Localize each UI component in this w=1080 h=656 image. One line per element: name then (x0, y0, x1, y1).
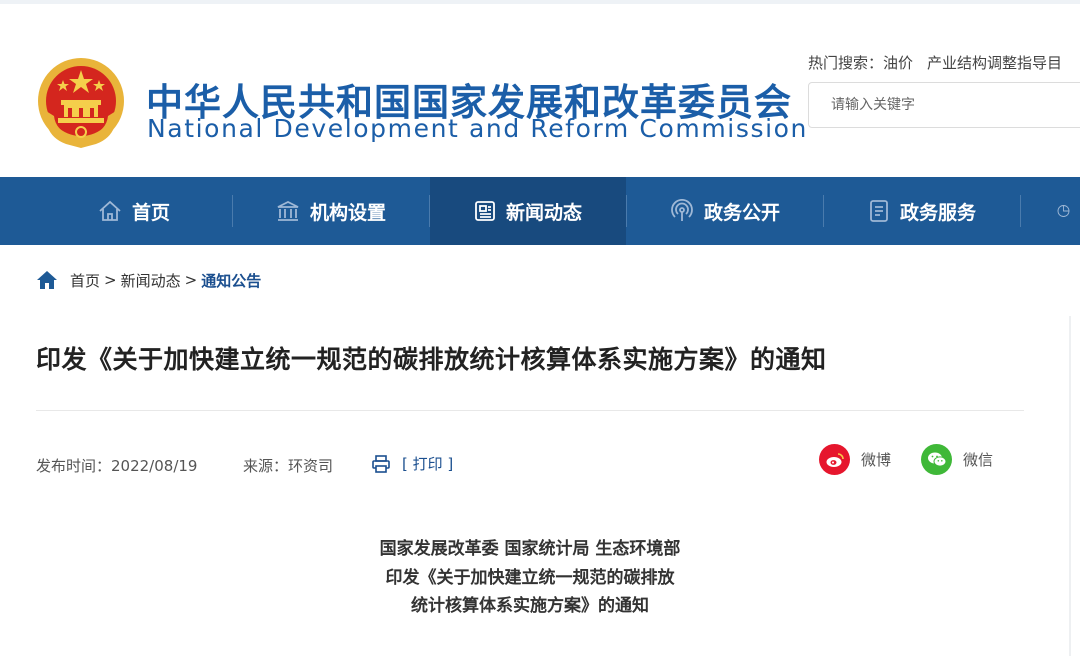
nav-item-government-affairs[interactable]: 政务公开 (627, 177, 823, 245)
nav-item-label: 新闻动态 (505, 201, 582, 224)
nav-item-label: 政务服务 (899, 201, 976, 224)
breadcrumb-separator: > (184, 271, 198, 289)
title-divider (36, 410, 1024, 411)
hot-search-label: 热门搜索： (808, 54, 884, 72)
breadcrumb: 首页 > 新闻动态 > 通知公告 (36, 269, 261, 291)
search-input[interactable] (808, 82, 1080, 128)
broadcast-icon (671, 199, 693, 221)
publish-time: 发布时间：2022/08/19 (36, 457, 198, 475)
hot-search-item[interactable]: 产业结构调整指导目 (927, 54, 1062, 72)
doc-heading-line: 印发《关于加快建立统一规范的碳排放 (385, 568, 675, 588)
nav-item-institution[interactable]: 机构设置 (233, 177, 429, 245)
breadcrumb-current[interactable]: 通知公告 (201, 270, 261, 291)
share-weibo-label: 微博 (861, 451, 892, 469)
hot-search: 热门搜索：油价 产业结构调整指导目 (808, 52, 1076, 73)
wechat-icon (921, 444, 952, 475)
home-icon (99, 200, 121, 221)
breadcrumb-link-home[interactable]: 首页 (70, 270, 100, 291)
institution-icon (277, 200, 299, 221)
share-wechat-label: 微信 (963, 451, 994, 469)
share-wechat-button[interactable]: 微信 (921, 444, 993, 475)
doc-heading-line: 统计核算体系实施方案》的通知 (411, 596, 649, 616)
hot-search-item[interactable]: 油价 (883, 54, 913, 72)
breadcrumb-separator: > (104, 271, 117, 289)
home-icon[interactable] (36, 270, 58, 290)
print-button[interactable]: [ 打印 ] (372, 453, 453, 474)
nav-item-label: 政务公开 (703, 201, 780, 224)
site-header: 中华人民共和国国家发展和改革委员会 National Development a… (0, 4, 1080, 177)
nav-item-home[interactable]: 首页 (36, 177, 232, 245)
share-weibo-button[interactable]: 微博 (819, 444, 891, 475)
nav-item-label: 机构设置 (309, 201, 386, 224)
document-icon (870, 200, 888, 222)
article-title: 印发《关于加快建立统一规范的碳排放统计核算体系实施方案》的通知 (36, 345, 827, 374)
doc-heading-line: 国家发展改革委 国家统计局 生态环境部 (379, 539, 681, 559)
printer-icon (372, 454, 390, 473)
nav-item-government-services[interactable]: 政务服务 (824, 177, 1020, 245)
news-icon (475, 201, 495, 221)
main-nav: 首页 机构设置 新闻动态 政务公开 政务服务 (0, 177, 1080, 245)
nav-item-more[interactable] (1021, 177, 1080, 245)
side-panel-edge (1069, 316, 1071, 656)
nav-item-news[interactable]: 新闻动态 (430, 177, 626, 245)
breadcrumb-link-news[interactable]: 新闻动态 (121, 270, 181, 291)
pie-chart-icon (1057, 205, 1070, 217)
weibo-icon (819, 444, 850, 475)
nav-item-label: 首页 (131, 201, 170, 224)
print-label: [ 打印 ] (402, 455, 454, 473)
article-source: 来源：环资司 (243, 457, 334, 475)
site-title-en[interactable]: National Development and Reform Commissi… (147, 114, 808, 143)
national-emblem-icon[interactable] (36, 56, 126, 150)
